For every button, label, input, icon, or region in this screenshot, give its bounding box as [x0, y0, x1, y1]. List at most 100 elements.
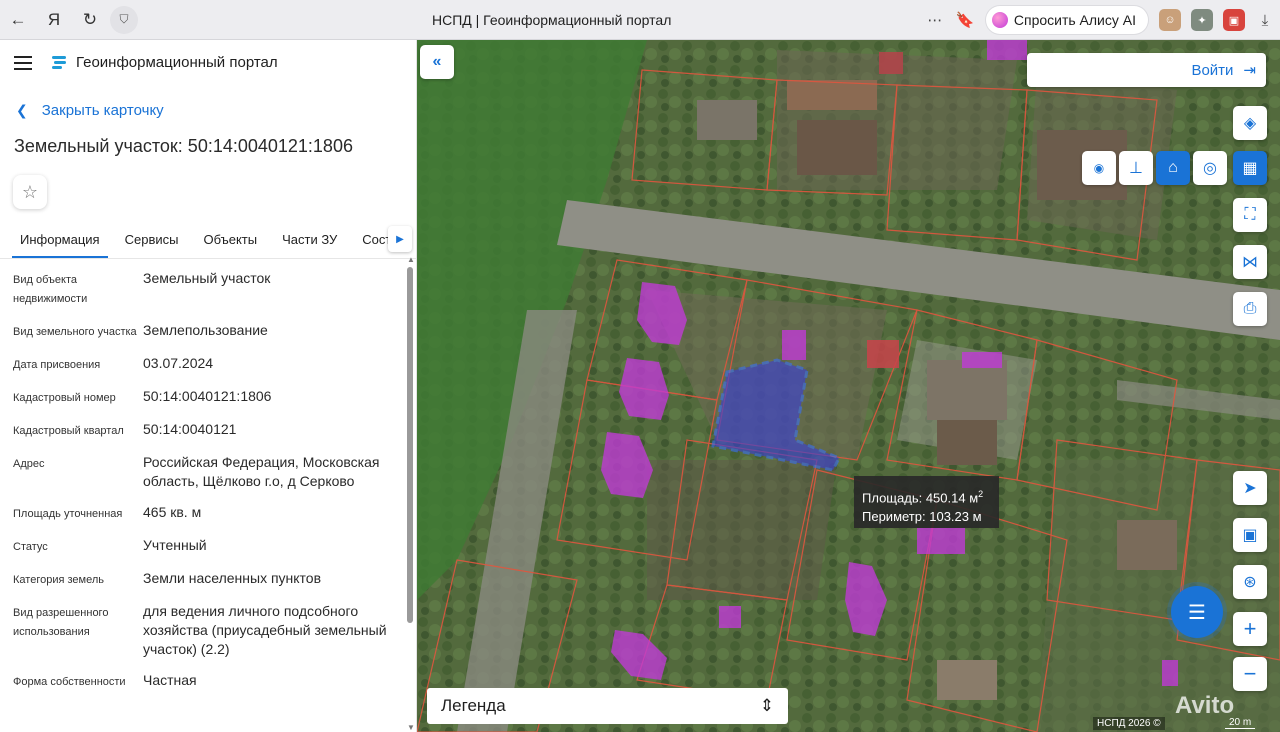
info-label: Кадастровый номер: [13, 392, 116, 404]
map-scale: 20 m: [1225, 717, 1256, 729]
info-value: Землепользование: [143, 322, 268, 338]
scroll-down-icon[interactable]: ▼: [407, 723, 415, 732]
info-value: 465 кв. м: [143, 504, 202, 520]
shield-icon[interactable]: ⛉: [110, 5, 138, 34]
info-value: для ведения личного подсобного хозяйства…: [143, 603, 387, 657]
extension-avatar-icon[interactable]: ☺: [1159, 9, 1181, 31]
scrollbar-thumb[interactable]: [407, 267, 413, 623]
perimeter-line: Периметр: 103.23 м: [862, 507, 999, 526]
tab-objects[interactable]: Объекты: [195, 225, 265, 258]
chat-support-icon[interactable]: ☰: [1171, 586, 1223, 638]
collapse-panel-button[interactable]: «: [420, 45, 454, 79]
app-title: Геоинформационный портал: [76, 54, 278, 71]
minimap-icon[interactable]: ▣: [1233, 518, 1267, 552]
info-row: Кадастровый квартал 50:14:0040121: [0, 420, 416, 441]
ruler-icon[interactable]: ▦: [1233, 151, 1267, 185]
layers-icon[interactable]: ◈: [1233, 106, 1267, 140]
info-row: Дата присвоения 03.07.2024: [0, 354, 416, 375]
area-measure-icon[interactable]: ⌂: [1156, 151, 1190, 185]
geo-icon[interactable]: ⊛: [1233, 565, 1267, 599]
avito-watermark: Avito: [1175, 692, 1235, 719]
close-card-label: Закрыть карточку: [41, 101, 164, 119]
perimeter-label: Периметр:: [862, 509, 926, 525]
browser-tab-title[interactable]: НСПД | Геоинформационный портал: [432, 12, 671, 28]
info-row: Кадастровый номер 50:14:0040121:1806: [0, 387, 416, 408]
select-area-icon[interactable]: ⛶: [1233, 198, 1267, 232]
info-label: Площадь уточненная: [13, 508, 123, 520]
line-measure-icon[interactable]: ⊥: [1119, 151, 1153, 185]
map-view[interactable]: « Войти ⇥ ◈ ◉ ⊥ ⌂ ◎ ▦ ⛶ ⋈ ⎙ Площадь: 450…: [417, 40, 1280, 732]
tab-information[interactable]: Информация: [12, 225, 108, 258]
print-icon[interactable]: ⎙: [1233, 292, 1267, 326]
locate-icon[interactable]: ➤: [1233, 471, 1267, 505]
close-card-link[interactable]: ❮ Закрыть карточку: [0, 101, 416, 119]
object-card-panel: Геоинформационный портал ❮ Закрыть карто…: [0, 40, 417, 732]
zoom-in-icon[interactable]: +: [1233, 612, 1267, 646]
info-value: Учтенный: [143, 537, 207, 553]
panel-scrollbar[interactable]: ▲ ▼: [405, 255, 415, 732]
card-title: Земельный участок: 50:14:0040121:1806: [14, 136, 353, 156]
extension-puzzle-icon[interactable]: ✦: [1191, 9, 1213, 31]
area-value: 450.14 м: [925, 490, 979, 506]
extension-badge-icon[interactable]: ▣: [1223, 9, 1245, 31]
point-measure-icon[interactable]: ◉: [1082, 151, 1116, 185]
tabs-scroll-right-icon[interactable]: ▶: [388, 226, 412, 252]
info-row: Вид разрешенного использования для веден…: [0, 602, 416, 659]
info-row: Адрес Российская Федерация, Московская о…: [0, 453, 416, 491]
favorite-star-icon[interactable]: ☆: [13, 175, 47, 209]
back-arrow-icon[interactable]: ←: [0, 0, 36, 40]
info-label: Статус: [13, 541, 48, 553]
info-row: Площадь уточненная 465 кв. м: [0, 503, 416, 524]
info-value: 03.07.2024: [143, 355, 214, 371]
info-label: Вид земельного участка: [13, 326, 137, 338]
app-header: Геоинформационный портал: [0, 40, 416, 85]
measure-tooltip: Площадь: 450.14 м2 Периметр: 103.23 м: [854, 476, 999, 528]
info-value: Российская Федерация, Московская область…: [143, 454, 380, 489]
area-line: Площадь: 450.14 м2: [862, 485, 999, 507]
reload-icon[interactable]: ↻: [72, 0, 108, 40]
tab-services[interactable]: Сервисы: [117, 225, 187, 258]
perimeter-value: 103.23 м: [929, 509, 982, 525]
menu-icon[interactable]: [14, 55, 32, 70]
portal-logo-icon: [50, 54, 68, 72]
info-value: Частная: [143, 672, 197, 688]
scroll-up-icon[interactable]: ▲: [407, 255, 415, 264]
info-label: Категория земель: [13, 574, 104, 586]
chevron-left-icon: ❮: [16, 101, 28, 118]
browser-actions: ⋯ 🔖 Спросить Алису AI ☺ ✦ ▣ ⤓: [920, 0, 1280, 40]
zoom-out-icon[interactable]: −: [1233, 657, 1267, 691]
info-label: Дата присвоения: [13, 359, 101, 371]
info-value: Земли населенных пунктов: [143, 570, 322, 586]
download-icon[interactable]: ⤓: [1250, 0, 1280, 40]
alice-button[interactable]: Спросить Алису AI: [985, 6, 1148, 34]
area-unit-sup: 2: [978, 489, 984, 499]
map-attribution: НСПД 2026 ©: [1093, 717, 1165, 730]
area-label: Площадь:: [862, 490, 923, 506]
bookmark-icon[interactable]: 🔖: [950, 0, 980, 40]
tab-parts[interactable]: Части ЗУ: [274, 225, 345, 258]
alice-icon: [991, 12, 1008, 28]
info-value: Земельный участок: [143, 270, 271, 286]
login-label: Войти: [1191, 61, 1234, 79]
card-tabs: Информация Сервисы Объекты Части ЗУ Сост…: [0, 225, 416, 259]
info-value: 50:14:0040121: [143, 421, 237, 437]
legend-dropdown[interactable]: Легенда ⇕: [427, 688, 788, 724]
legend-label: Легенда: [441, 696, 506, 715]
more-icon[interactable]: ⋯: [920, 0, 950, 40]
info-label: Вид объекта недвижимости: [13, 274, 88, 305]
info-label: Адрес: [13, 458, 45, 470]
login-button[interactable]: Войти ⇥: [1027, 53, 1266, 87]
info-list: Вид объекта недвижимости Земельный участ…: [0, 259, 416, 692]
info-row: Вид земельного участка Землепользование: [0, 321, 416, 342]
yandex-icon[interactable]: Я: [36, 0, 72, 40]
info-row: Вид объекта недвижимости Земельный участ…: [0, 269, 416, 309]
share-icon[interactable]: ⋈: [1233, 245, 1267, 279]
circle-measure-icon[interactable]: ◎: [1193, 151, 1227, 185]
info-label: Вид разрешенного использования: [13, 607, 109, 638]
chevron-updown-icon: ⇕: [759, 696, 774, 715]
login-arrow-icon: ⇥: [1243, 62, 1256, 79]
info-label: Форма собственности: [13, 676, 126, 688]
info-row: Категория земель Земли населенных пункто…: [0, 569, 416, 590]
satellite-map[interactable]: [417, 40, 1280, 732]
browser-toolbar: ← Я ↻ ⛉ НСПД | Геоинформационный портал …: [0, 0, 1280, 40]
